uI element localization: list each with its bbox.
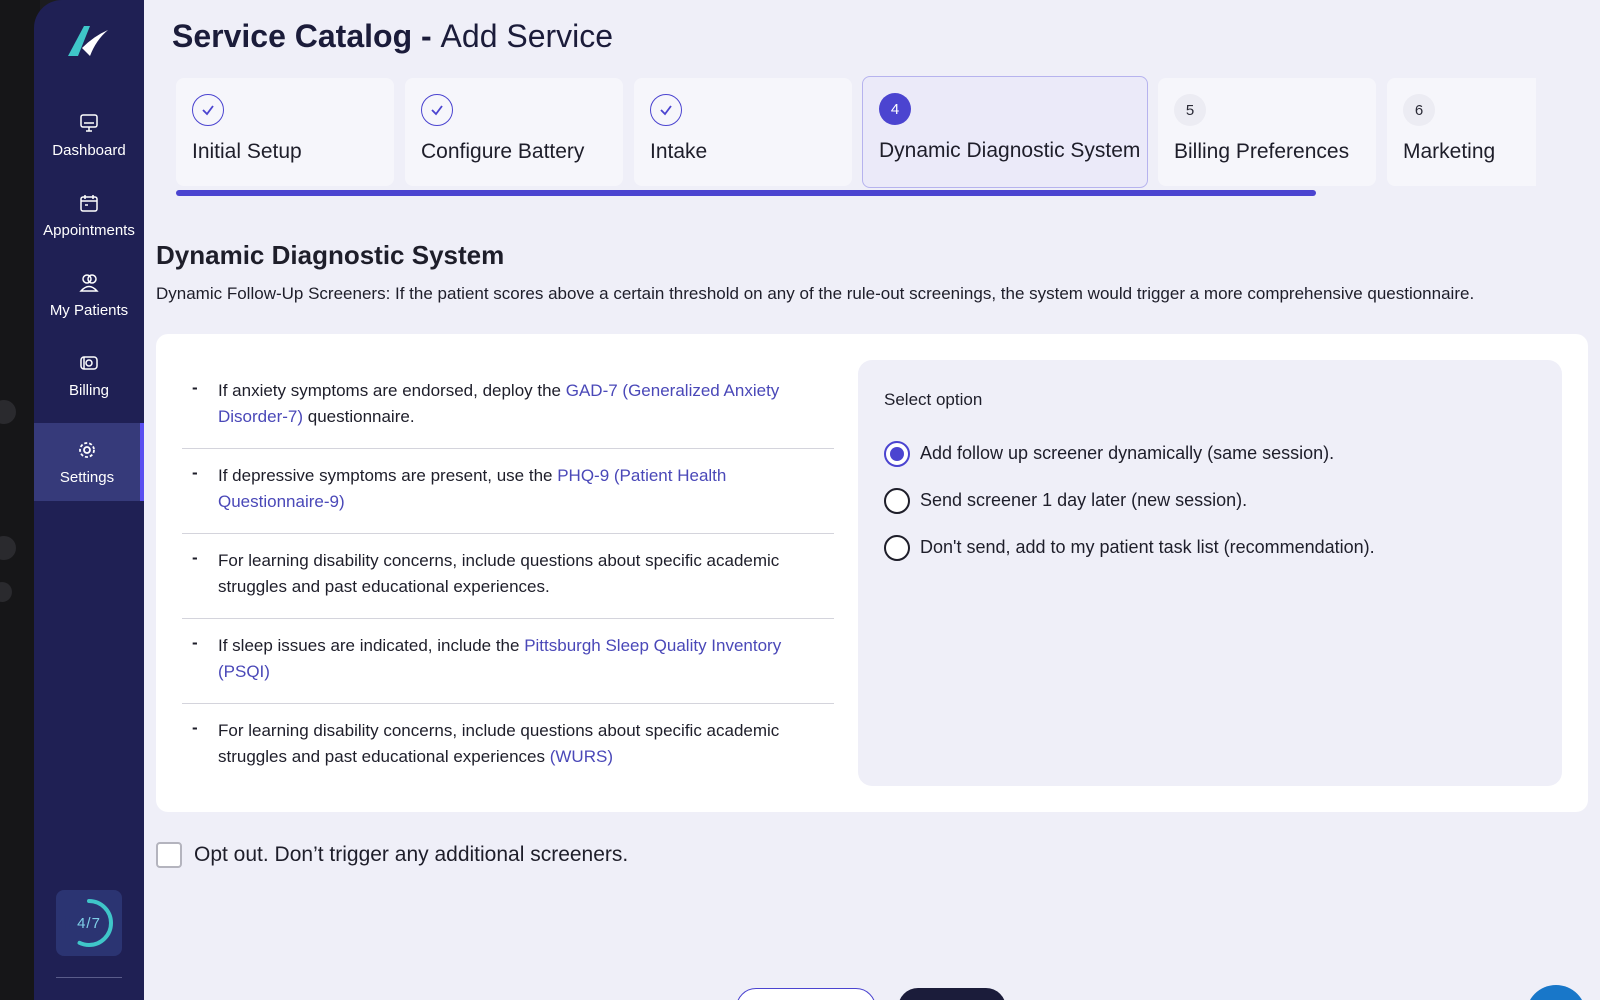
nav-appointments[interactable]: Appointments	[34, 176, 144, 254]
step-number-badge: 6	[1403, 94, 1435, 126]
calendar-icon	[78, 192, 100, 214]
radio-button[interactable]	[884, 534, 910, 561]
list-item: - For learning disability concerns, incl…	[182, 534, 834, 619]
nav-dashboard[interactable]: Dashboard	[34, 96, 144, 174]
check-icon	[650, 94, 682, 126]
sidebar-divider	[56, 977, 122, 978]
progress-text: 4/7	[77, 914, 101, 932]
edge-dot	[0, 400, 16, 424]
nav-label: Settings	[59, 468, 115, 486]
section-title: Dynamic Diagnostic System	[156, 240, 505, 270]
check-icon	[421, 94, 453, 126]
list-bullet: -	[192, 633, 198, 652]
list-bullet: -	[192, 548, 198, 567]
rule-text: If depressive symptoms are present, use …	[218, 463, 818, 515]
nav-label: Appointments	[43, 221, 135, 239]
option-task-list[interactable]: Don't send, add to my patient task list …	[884, 524, 1536, 571]
sidebar: Dashboard Appointments My Patients Billi…	[34, 0, 144, 1000]
nav-label: Billing	[68, 381, 110, 399]
wizard-stepper: Initial Setup Configure Battery Intake 4…	[176, 76, 1536, 196]
option-one-day-later[interactable]: Send screener 1 day later (new session).	[884, 477, 1536, 524]
rule-text-after: questionnaire.	[303, 407, 415, 426]
rules-list: - If anxiety symptoms are endorsed, depl…	[182, 364, 834, 789]
step-label: Initial Setup	[192, 140, 302, 163]
step-marketing[interactable]: 6 Marketing	[1387, 78, 1536, 186]
list-bullet: -	[192, 718, 198, 737]
check-icon	[192, 94, 224, 126]
step-label: Marketing	[1403, 140, 1496, 163]
rule-text: If anxiety symptoms are endorsed, deploy…	[218, 378, 818, 430]
list-bullet: -	[192, 463, 198, 482]
monitor-icon	[78, 112, 100, 134]
back-button[interactable]	[736, 988, 876, 1000]
nav-my-patients[interactable]: My Patients	[34, 256, 144, 334]
radio-label: Send screener 1 day later (new session).	[920, 490, 1248, 510]
list-item: - If sleep issues are indicated, include…	[182, 619, 834, 704]
optout-checkbox[interactable]	[156, 842, 182, 868]
step-configure-battery[interactable]: Configure Battery	[405, 78, 623, 186]
step-initial-setup[interactable]: Initial Setup	[176, 78, 394, 186]
follow-up-options-panel: Select option Add follow up screener dyn…	[858, 360, 1562, 786]
list-bullet: -	[192, 378, 198, 397]
screener-rules-card: - If anxiety symptoms are endorsed, depl…	[156, 334, 1588, 812]
rule-text: For learning disability concerns, includ…	[218, 718, 818, 771]
options-title: Select option	[884, 390, 983, 409]
optout-row[interactable]: Opt out. Don’t trigger any additional sc…	[156, 842, 628, 868]
list-item: - If anxiety symptoms are endorsed, depl…	[182, 364, 834, 449]
optout-label: Opt out. Don’t trigger any additional sc…	[194, 843, 629, 866]
step-intake[interactable]: Intake	[634, 78, 852, 186]
app-logo[interactable]	[64, 20, 114, 60]
option-same-session[interactable]: Add follow up screener dynamically (same…	[884, 430, 1536, 477]
rule-text-before: For learning disability concerns, includ…	[218, 721, 780, 766]
nav-label: Dashboard	[52, 141, 126, 159]
radio-button-selected[interactable]	[884, 440, 910, 467]
radio-button[interactable]	[884, 487, 910, 514]
main-content: Service Catalog - Add Service Initial Se…	[144, 0, 1600, 1000]
list-item: - If depressive symptoms are present, us…	[182, 449, 834, 534]
step-label: Billing Preferences	[1174, 140, 1350, 163]
gear-icon	[76, 439, 98, 461]
step-billing-preferences[interactable]: 5 Billing Preferences	[1158, 78, 1376, 186]
edge-dot	[0, 582, 12, 602]
rule-text: For learning disability concerns, includ…	[218, 551, 780, 596]
rule-text: If sleep issues are indicated, include t…	[218, 633, 818, 685]
nav-label: My Patients	[49, 301, 129, 319]
page-title-subtitle: Add Service	[440, 18, 614, 54]
step-label: Configure Battery	[421, 140, 585, 163]
page-title-bold: Service Catalog -	[172, 18, 432, 54]
step-label: Dynamic Diagnostic System	[879, 139, 1141, 162]
setup-progress[interactable]: 4/7	[56, 890, 122, 956]
rule-text-before: If anxiety symptoms are endorsed, deploy…	[218, 381, 566, 400]
help-chat-button[interactable]	[1526, 985, 1586, 1000]
billing-icon	[78, 352, 100, 374]
nav-settings[interactable]: Settings	[34, 423, 144, 501]
rule-text-before: If sleep issues are indicated, include t…	[218, 636, 525, 655]
edge-dot	[0, 536, 16, 560]
nav-billing[interactable]: Billing	[34, 336, 144, 414]
stepper-progress-bar	[176, 190, 1316, 196]
users-icon	[78, 272, 100, 294]
radio-label: Add follow up screener dynamically (same…	[920, 443, 1335, 463]
wurs-link[interactable]: (WURS)	[550, 747, 613, 766]
radio-label: Don't send, add to my patient task list …	[920, 537, 1375, 557]
rule-text-before: If depressive symptoms are present, use …	[218, 466, 558, 485]
section-description: Dynamic Follow-Up Screeners: If the pati…	[156, 284, 1475, 303]
step-number-badge: 4	[879, 93, 911, 125]
step-number-badge: 5	[1174, 94, 1206, 126]
page-title: Service Catalog - Add Service	[172, 18, 613, 55]
step-dynamic-diagnostic-system[interactable]: 4 Dynamic Diagnostic System	[862, 76, 1148, 188]
list-item: - For learning disability concerns, incl…	[182, 704, 834, 789]
step-label: Intake	[650, 140, 708, 163]
next-button[interactable]	[898, 988, 1006, 1000]
